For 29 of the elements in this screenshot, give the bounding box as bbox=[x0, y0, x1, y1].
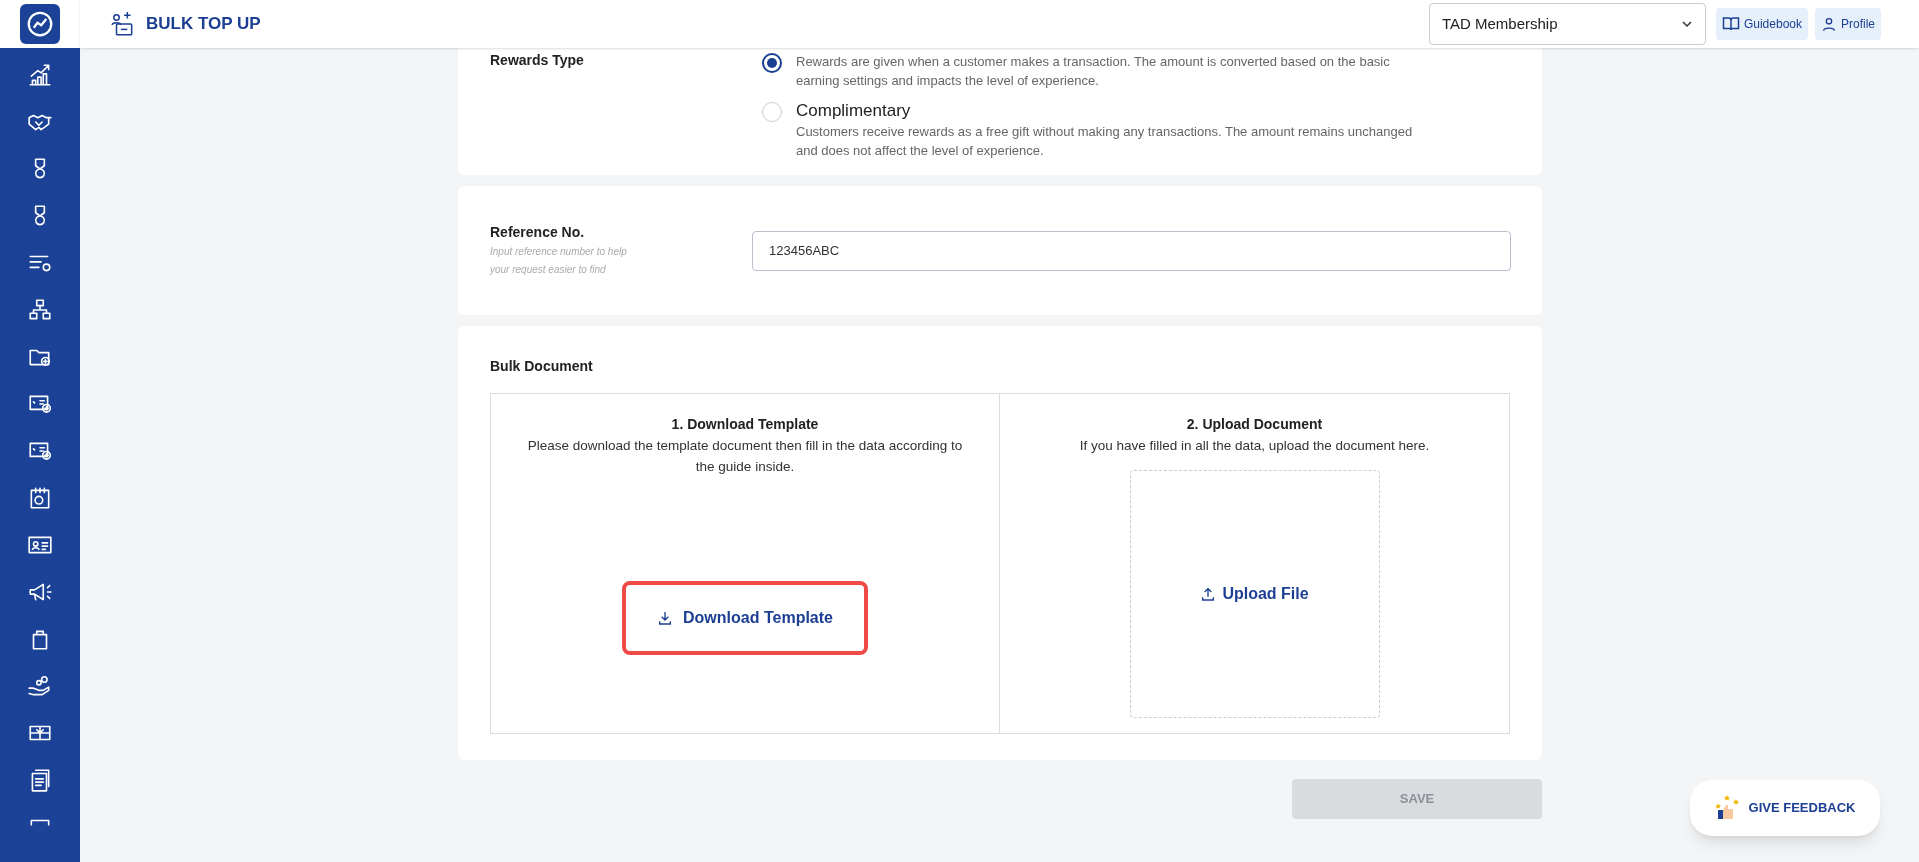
download-template-button[interactable]: Download Template bbox=[622, 581, 868, 655]
download-icon bbox=[657, 610, 674, 626]
field-label: Reference No. bbox=[490, 223, 586, 242]
profile-button[interactable]: Profile bbox=[1815, 8, 1881, 40]
page-title: BULK TOP UP bbox=[146, 13, 261, 36]
guidebook-button[interactable]: Guidebook bbox=[1715, 8, 1808, 40]
step-title: 2. Upload Document bbox=[1186, 415, 1323, 434]
field-label: Rewards Type bbox=[490, 52, 585, 70]
user-icon bbox=[1821, 16, 1837, 32]
app-logo[interactable] bbox=[20, 4, 60, 44]
book-icon bbox=[1721, 16, 1740, 32]
chart-icon[interactable] bbox=[27, 62, 53, 88]
give-feedback-button[interactable]: GIVE FEEDBACK bbox=[1690, 780, 1880, 836]
thumbs-up-stars-icon bbox=[1714, 795, 1741, 821]
upload-file-dropzone[interactable]: Upload File bbox=[1129, 470, 1380, 718]
option-title: Complimentary bbox=[796, 100, 912, 122]
chart-logo-icon bbox=[25, 9, 55, 39]
option-description: Customers receive rewards as a free gift without making any transactions. The amount remains unchanged and does not affect the level of experience. bbox=[796, 123, 1414, 160]
upload-icon bbox=[1200, 586, 1217, 602]
radio-button[interactable] bbox=[762, 53, 782, 73]
section-title: Bulk Document bbox=[490, 357, 594, 376]
step-description: If you have filled in all the data, upload the document here. bbox=[1078, 437, 1431, 455]
step-description: Please download the template document then fill in the data according to the guide inside. bbox=[526, 437, 964, 476]
membership-select[interactable]: TAD Membership bbox=[1428, 3, 1706, 45]
step-title: 1. Download Template bbox=[671, 415, 819, 434]
reference-input-field[interactable]: 123456ABC bbox=[752, 230, 1511, 271]
option-description: Rewards are given when a customer makes a transaction. The amount is converted based on the basic earning settings and impacts the level of experience. bbox=[796, 53, 1391, 90]
field-hint: Input reference number to help your request easier to find bbox=[490, 245, 628, 277]
chevron-down-icon bbox=[1680, 18, 1693, 30]
